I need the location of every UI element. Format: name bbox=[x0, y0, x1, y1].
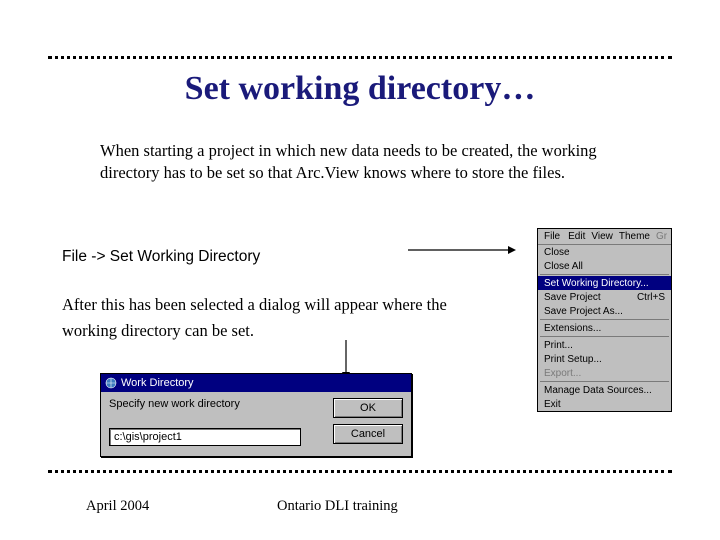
after-text: After this has been selected a dialog wi… bbox=[62, 292, 462, 343]
menu-item-label: Save Project As... bbox=[544, 306, 623, 317]
menubar-item-view[interactable]: View bbox=[591, 231, 613, 242]
arrow-right-icon bbox=[408, 244, 516, 256]
page-title: Set working directory… bbox=[0, 70, 720, 108]
menu-item[interactable]: Save Project Ctrl+S bbox=[538, 290, 671, 304]
menu-item[interactable]: Close bbox=[538, 245, 671, 259]
menubar-item-gr[interactable]: Gr bbox=[656, 231, 667, 242]
file-menu-body: CloseClose AllSet Working Directory...Sa… bbox=[538, 245, 671, 411]
globe-icon bbox=[105, 377, 117, 389]
menu-item-label: Close bbox=[544, 247, 570, 258]
step-label: File -> Set Working Directory bbox=[62, 248, 260, 266]
menubar: File Edit View Theme Gr bbox=[538, 229, 671, 245]
menu-item[interactable]: Set Working Directory... bbox=[538, 276, 671, 290]
intro-text: When starting a project in which new dat… bbox=[100, 140, 650, 185]
divider-bottom bbox=[48, 470, 672, 473]
menu-item[interactable]: Close All bbox=[538, 259, 671, 273]
menu-item-label: Print Setup... bbox=[544, 354, 602, 365]
menu-separator bbox=[540, 381, 669, 382]
menu-item-label: Export... bbox=[544, 368, 581, 379]
menu-item: Export... bbox=[538, 366, 671, 380]
menu-item-shortcut: Ctrl+S bbox=[637, 292, 665, 303]
menu-separator bbox=[540, 319, 669, 320]
menu-separator bbox=[540, 274, 669, 275]
menu-item[interactable]: Print... bbox=[538, 338, 671, 352]
menu-item[interactable]: Print Setup... bbox=[538, 352, 671, 366]
footer-date: April 2004 bbox=[86, 498, 149, 515]
menu-separator bbox=[540, 336, 669, 337]
menu-item[interactable]: Extensions... bbox=[538, 321, 671, 335]
dialog-title: Work Directory bbox=[121, 377, 194, 389]
menu-item-label: Print... bbox=[544, 340, 573, 351]
dialog-body: Specify new work directory OK Cancel bbox=[101, 392, 411, 456]
menu-item-label: Exit bbox=[544, 399, 561, 410]
footer-org: Ontario DLI training bbox=[277, 498, 398, 515]
menu-item-label: Save Project bbox=[544, 292, 601, 303]
cancel-button[interactable]: Cancel bbox=[333, 424, 403, 444]
menu-item-label: Manage Data Sources... bbox=[544, 385, 652, 396]
menu-item[interactable]: Manage Data Sources... bbox=[538, 383, 671, 397]
menu-item-label: Set Working Directory... bbox=[544, 278, 649, 289]
menu-item-label: Extensions... bbox=[544, 323, 601, 334]
menu-item-label: Close All bbox=[544, 261, 583, 272]
ok-button[interactable]: OK bbox=[333, 398, 403, 418]
menu-item[interactable]: Save Project As... bbox=[538, 304, 671, 318]
work-directory-input[interactable] bbox=[109, 428, 301, 446]
menubar-item-file[interactable]: File bbox=[542, 231, 562, 242]
menubar-item-edit[interactable]: Edit bbox=[568, 231, 585, 242]
file-menu: File Edit View Theme Gr Close Close All Se… bbox=[537, 228, 672, 412]
menu-item[interactable]: Exit bbox=[538, 397, 671, 411]
divider-top bbox=[48, 56, 672, 59]
dialog-titlebar: Work Directory bbox=[101, 374, 411, 392]
work-directory-dialog: Work Directory Specify new work director… bbox=[100, 373, 412, 457]
menubar-item-theme[interactable]: Theme bbox=[619, 231, 650, 242]
